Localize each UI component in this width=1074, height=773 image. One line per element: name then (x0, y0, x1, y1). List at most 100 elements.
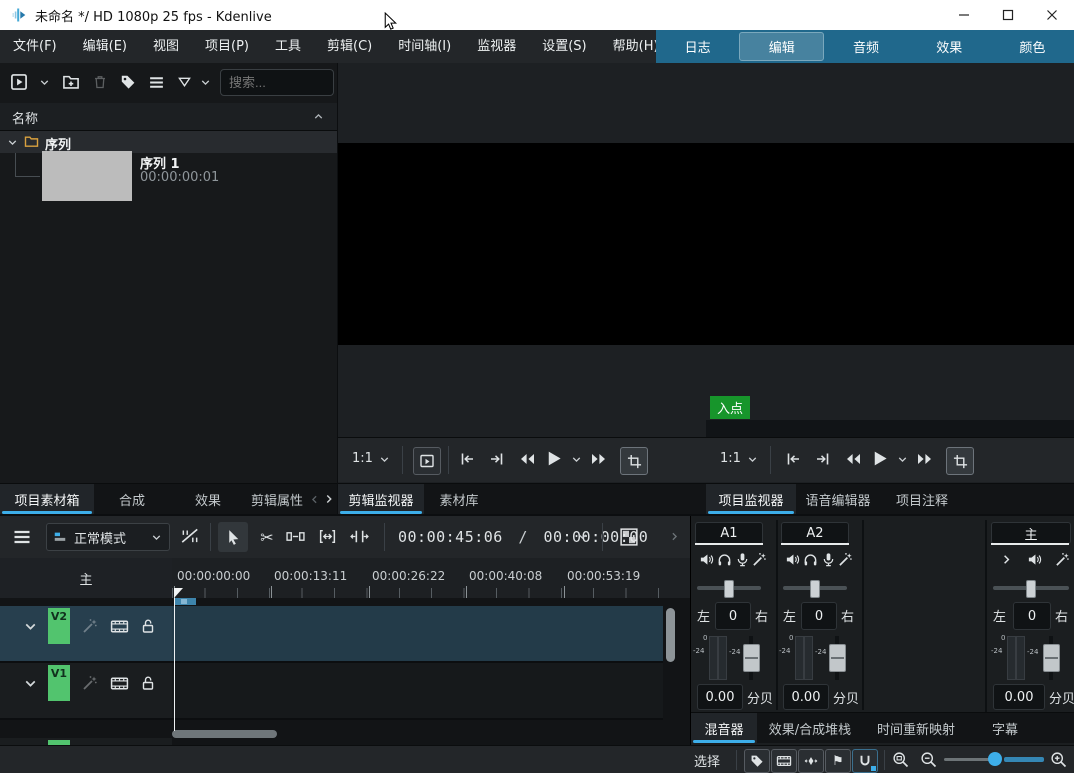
mute-speaker-icon[interactable] (785, 552, 800, 567)
workspace-editing[interactable]: 编辑 (739, 32, 824, 61)
zoom-chevron-down-icon[interactable] (746, 453, 759, 466)
clip-monitor-video[interactable] (338, 143, 706, 345)
bin-name-header[interactable]: 名称 (0, 103, 337, 131)
workspace-color[interactable]: 颜色 (991, 30, 1074, 63)
select-tool-button[interactable] (218, 522, 248, 552)
tab-scroll-left-icon[interactable] (308, 484, 321, 514)
maximize-button[interactable] (986, 0, 1030, 30)
goto-out-point-icon[interactable] (814, 451, 832, 467)
timeline-master-button[interactable]: 主 (0, 558, 173, 598)
play-chevron-down-icon[interactable] (570, 453, 583, 466)
show-tags-button[interactable] (744, 749, 770, 773)
solo-headphones-icon[interactable] (803, 552, 818, 567)
forward-icon[interactable] (590, 451, 608, 467)
audio-thumbnails-button[interactable] (798, 749, 824, 773)
zone-handle[interactable] (181, 599, 187, 604)
workspace-audio[interactable]: 音频 (824, 30, 907, 63)
track-label-v1[interactable]: V1 (48, 665, 70, 701)
balance-value[interactable]: 0 (801, 602, 837, 630)
create-folder-icon[interactable] (62, 73, 80, 91)
timeline-vertical-scrollbar[interactable] (666, 608, 675, 662)
goto-out-point-icon[interactable] (488, 451, 506, 467)
record-mic-icon[interactable] (821, 552, 836, 567)
mute-speaker-icon[interactable] (699, 552, 714, 567)
volume-fader-handle[interactable] (1043, 644, 1060, 672)
search-input[interactable] (220, 69, 334, 96)
tag-icon[interactable] (120, 74, 136, 90)
volume-fader-handle[interactable] (829, 644, 846, 672)
gain-value[interactable]: 0.00 (783, 684, 829, 710)
zoom-slider-track-right[interactable] (1004, 757, 1044, 762)
track-header-a1-partial[interactable] (0, 738, 172, 745)
minimize-button[interactable] (942, 0, 986, 30)
track-label-v2[interactable]: V2 (48, 608, 70, 644)
mix-clips-icon[interactable] (180, 527, 200, 545)
toolbar-overflow-chevron-icon[interactable] (668, 530, 681, 543)
effects-wand-icon[interactable] (1055, 552, 1070, 567)
video-thumbnails-button[interactable] (771, 749, 797, 773)
filter-icon[interactable] (177, 75, 192, 90)
rewind-icon[interactable] (518, 451, 536, 467)
timeline-zone-bar[interactable] (174, 598, 196, 605)
tab-project-notes[interactable]: 项目注释 (880, 484, 964, 514)
pan-slider[interactable] (993, 586, 1069, 590)
play-icon[interactable] (870, 449, 889, 468)
pan-slider-handle[interactable] (724, 580, 734, 598)
tab-mixer[interactable]: 混音器 (691, 713, 757, 743)
record-mic-icon[interactable] (735, 552, 750, 567)
forward-icon[interactable] (916, 451, 934, 467)
monitor-zoom-level[interactable]: 1:1 (720, 451, 741, 466)
menu-view[interactable]: 视图 (140, 30, 192, 63)
gain-value[interactable]: 0.00 (993, 684, 1045, 710)
snap-button[interactable] (852, 749, 878, 773)
track-effects-wand-icon[interactable] (82, 618, 98, 634)
track-video-film-icon[interactable] (110, 675, 129, 692)
tab-clip-monitor[interactable]: 剪辑监视器 (338, 484, 424, 514)
timeline-menu-icon[interactable] (12, 527, 32, 547)
track-lock-icon[interactable] (140, 675, 156, 691)
collapse-chevron-up-icon[interactable] (312, 110, 325, 123)
monitor-zoom-level[interactable]: 1:1 (352, 451, 373, 466)
tab-project-monitor[interactable]: 项目监视器 (706, 484, 796, 514)
menu-timeline[interactable]: 时间轴(I) (385, 30, 464, 63)
project-monitor-seekbar[interactable] (706, 420, 1074, 437)
playhead-line[interactable] (174, 598, 175, 731)
menu-edit[interactable]: 编辑(E) (70, 30, 140, 63)
mixer-channel-name-a2[interactable]: A2 (781, 522, 849, 544)
zoom-chevron-down-icon[interactable] (378, 453, 391, 466)
track-lane-v1[interactable] (172, 663, 663, 720)
tab-effect-stack[interactable]: 效果/合成堆栈 (757, 713, 863, 743)
timeline-ruler[interactable]: 00:00:00:00 00:00:13:11 00:00:26:22 00:0… (172, 558, 690, 598)
track-header-v2[interactable]: V2 (0, 606, 172, 663)
add-clip-icon[interactable] (10, 73, 28, 91)
play-chevron-down-icon[interactable] (896, 453, 909, 466)
spacer-tool-icon[interactable] (286, 528, 305, 545)
workspace-logging[interactable]: 日志 (656, 30, 739, 63)
balance-value[interactable]: 0 (1013, 602, 1051, 630)
tab-speech-editor[interactable]: 语音编辑器 (796, 484, 880, 514)
playhead-flag[interactable] (174, 588, 183, 598)
timecode-chevron-down-icon[interactable] (576, 530, 589, 543)
add-clip-chevron-down-icon[interactable] (38, 76, 51, 89)
expand-chevron-down-icon[interactable] (6, 136, 19, 149)
volume-fader-handle[interactable] (743, 644, 760, 672)
menu-clip[interactable]: 剪辑(C) (314, 30, 385, 63)
menu-file[interactable]: 文件(F) (0, 30, 70, 63)
track-video-film-icon[interactable] (110, 618, 129, 635)
zoom-slider-track-left[interactable] (944, 758, 990, 761)
bin-folder-row[interactable]: 序列 (0, 131, 337, 153)
balance-value[interactable]: 0 (715, 602, 751, 630)
menu-project[interactable]: 项目(P) (192, 30, 262, 63)
pan-slider[interactable] (783, 586, 847, 590)
rewind-icon[interactable] (844, 451, 862, 467)
project-monitor-video[interactable] (706, 143, 1074, 345)
goto-in-point-icon[interactable] (784, 451, 802, 467)
collapse-track-chevron-icon[interactable] (22, 675, 39, 692)
zoom-slider-handle[interactable] (988, 752, 1002, 766)
menu-monitor[interactable]: 监视器 (464, 30, 529, 63)
menu-settings[interactable]: 设置(S) (529, 30, 599, 63)
pan-slider-handle[interactable] (810, 580, 820, 598)
zone-mode-button[interactable] (620, 447, 648, 475)
zone-mode-button[interactable] (946, 447, 974, 475)
tab-project-bin[interactable]: 项目素材箱 (0, 484, 94, 514)
